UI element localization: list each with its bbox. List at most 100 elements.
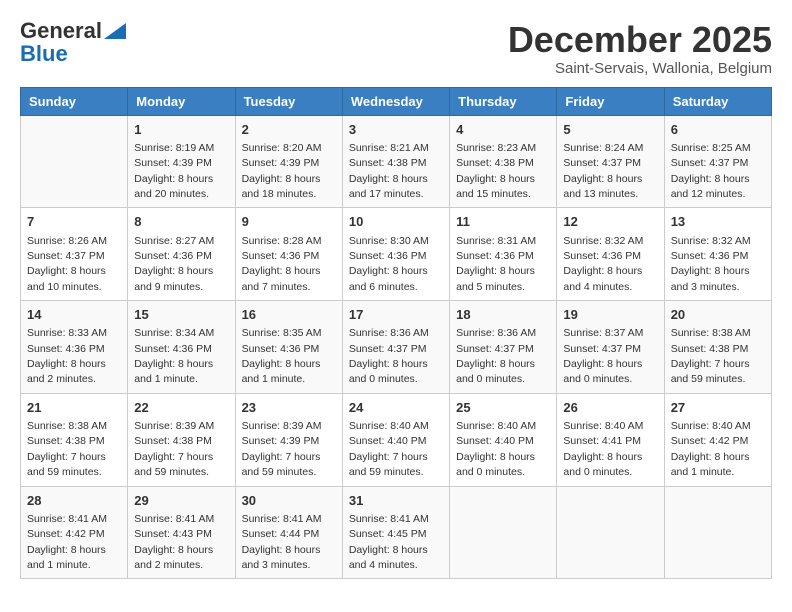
- day-sunrise: Sunrise: 8:20 AMSunset: 4:39 PMDaylight:…: [242, 142, 322, 200]
- day-sunrise: Sunrise: 8:38 AMSunset: 4:38 PMDaylight:…: [671, 327, 751, 385]
- day-sunrise: Sunrise: 8:40 AMSunset: 4:42 PMDaylight:…: [671, 420, 751, 478]
- day-sunrise: Sunrise: 8:31 AMSunset: 4:36 PMDaylight:…: [456, 235, 536, 293]
- calendar-cell: 26 Sunrise: 8:40 AMSunset: 4:41 PMDaylig…: [557, 393, 664, 486]
- day-sunrise: Sunrise: 8:41 AMSunset: 4:42 PMDaylight:…: [27, 513, 107, 571]
- day-header-monday: Monday: [128, 87, 235, 115]
- day-sunrise: Sunrise: 8:41 AMSunset: 4:43 PMDaylight:…: [134, 513, 214, 571]
- calendar-cell: [450, 486, 557, 579]
- day-number: 14: [27, 306, 121, 324]
- calendar-cell: 12 Sunrise: 8:32 AMSunset: 4:36 PMDaylig…: [557, 208, 664, 301]
- day-number: 20: [671, 306, 765, 324]
- day-number: 8: [134, 213, 228, 231]
- day-number: 29: [134, 492, 228, 510]
- calendar-cell: 4 Sunrise: 8:23 AMSunset: 4:38 PMDayligh…: [450, 115, 557, 208]
- calendar-table: SundayMondayTuesdayWednesdayThursdayFrid…: [20, 87, 772, 580]
- calendar-cell: 29 Sunrise: 8:41 AMSunset: 4:43 PMDaylig…: [128, 486, 235, 579]
- day-header-wednesday: Wednesday: [342, 87, 449, 115]
- day-sunrise: Sunrise: 8:35 AMSunset: 4:36 PMDaylight:…: [242, 327, 322, 385]
- day-number: 7: [27, 213, 121, 231]
- day-number: 5: [563, 121, 657, 139]
- day-sunrise: Sunrise: 8:40 AMSunset: 4:41 PMDaylight:…: [563, 420, 643, 478]
- day-number: 4: [456, 121, 550, 139]
- day-sunrise: Sunrise: 8:32 AMSunset: 4:36 PMDaylight:…: [671, 235, 751, 293]
- day-sunrise: Sunrise: 8:25 AMSunset: 4:37 PMDaylight:…: [671, 142, 751, 200]
- day-sunrise: Sunrise: 8:24 AMSunset: 4:37 PMDaylight:…: [563, 142, 643, 200]
- day-number: 10: [349, 213, 443, 231]
- day-number: 9: [242, 213, 336, 231]
- day-sunrise: Sunrise: 8:41 AMSunset: 4:45 PMDaylight:…: [349, 513, 429, 571]
- day-number: 3: [349, 121, 443, 139]
- day-header-thursday: Thursday: [450, 87, 557, 115]
- day-number: 17: [349, 306, 443, 324]
- day-number: 13: [671, 213, 765, 231]
- day-number: 21: [27, 399, 121, 417]
- day-sunrise: Sunrise: 8:36 AMSunset: 4:37 PMDaylight:…: [456, 327, 536, 385]
- day-sunrise: Sunrise: 8:36 AMSunset: 4:37 PMDaylight:…: [349, 327, 429, 385]
- logo-general: General: [20, 18, 102, 43]
- logo-blue: Blue: [20, 43, 68, 65]
- calendar-cell: 7 Sunrise: 8:26 AMSunset: 4:37 PMDayligh…: [21, 208, 128, 301]
- day-sunrise: Sunrise: 8:41 AMSunset: 4:44 PMDaylight:…: [242, 513, 322, 571]
- day-number: 12: [563, 213, 657, 231]
- location-subtitle: Saint-Servais, Wallonia, Belgium: [508, 60, 772, 77]
- calendar-cell: 27 Sunrise: 8:40 AMSunset: 4:42 PMDaylig…: [664, 393, 771, 486]
- day-number: 16: [242, 306, 336, 324]
- calendar-cell: 18 Sunrise: 8:36 AMSunset: 4:37 PMDaylig…: [450, 301, 557, 394]
- day-sunrise: Sunrise: 8:27 AMSunset: 4:36 PMDaylight:…: [134, 235, 214, 293]
- calendar-cell: 25 Sunrise: 8:40 AMSunset: 4:40 PMDaylig…: [450, 393, 557, 486]
- calendar-cell: [557, 486, 664, 579]
- day-sunrise: Sunrise: 8:23 AMSunset: 4:38 PMDaylight:…: [456, 142, 536, 200]
- day-sunrise: Sunrise: 8:34 AMSunset: 4:36 PMDaylight:…: [134, 327, 214, 385]
- day-number: 19: [563, 306, 657, 324]
- day-sunrise: Sunrise: 8:30 AMSunset: 4:36 PMDaylight:…: [349, 235, 429, 293]
- day-number: 26: [563, 399, 657, 417]
- calendar-cell: 28 Sunrise: 8:41 AMSunset: 4:42 PMDaylig…: [21, 486, 128, 579]
- calendar-cell: 23 Sunrise: 8:39 AMSunset: 4:39 PMDaylig…: [235, 393, 342, 486]
- day-number: 23: [242, 399, 336, 417]
- day-number: 24: [349, 399, 443, 417]
- day-number: 18: [456, 306, 550, 324]
- day-sunrise: Sunrise: 8:40 AMSunset: 4:40 PMDaylight:…: [456, 420, 536, 478]
- calendar-cell: 9 Sunrise: 8:28 AMSunset: 4:36 PMDayligh…: [235, 208, 342, 301]
- calendar-cell: [21, 115, 128, 208]
- calendar-cell: 21 Sunrise: 8:38 AMSunset: 4:38 PMDaylig…: [21, 393, 128, 486]
- day-sunrise: Sunrise: 8:26 AMSunset: 4:37 PMDaylight:…: [27, 235, 107, 293]
- day-sunrise: Sunrise: 8:28 AMSunset: 4:36 PMDaylight:…: [242, 235, 322, 293]
- day-header-tuesday: Tuesday: [235, 87, 342, 115]
- calendar-cell: 2 Sunrise: 8:20 AMSunset: 4:39 PMDayligh…: [235, 115, 342, 208]
- day-sunrise: Sunrise: 8:33 AMSunset: 4:36 PMDaylight:…: [27, 327, 107, 385]
- calendar-cell: 30 Sunrise: 8:41 AMSunset: 4:44 PMDaylig…: [235, 486, 342, 579]
- day-sunrise: Sunrise: 8:32 AMSunset: 4:36 PMDaylight:…: [563, 235, 643, 293]
- day-sunrise: Sunrise: 8:40 AMSunset: 4:40 PMDaylight:…: [349, 420, 429, 478]
- day-header-saturday: Saturday: [664, 87, 771, 115]
- calendar-cell: 14 Sunrise: 8:33 AMSunset: 4:36 PMDaylig…: [21, 301, 128, 394]
- day-number: 30: [242, 492, 336, 510]
- calendar-cell: 15 Sunrise: 8:34 AMSunset: 4:36 PMDaylig…: [128, 301, 235, 394]
- month-title: December 2025: [508, 20, 772, 60]
- title-area: December 2025 Saint-Servais, Wallonia, B…: [508, 20, 772, 77]
- day-header-sunday: Sunday: [21, 87, 128, 115]
- page-header: General Blue December 2025 Saint-Servais…: [20, 20, 772, 77]
- day-sunrise: Sunrise: 8:39 AMSunset: 4:39 PMDaylight:…: [242, 420, 322, 478]
- calendar-cell: 8 Sunrise: 8:27 AMSunset: 4:36 PMDayligh…: [128, 208, 235, 301]
- calendar-cell: 19 Sunrise: 8:37 AMSunset: 4:37 PMDaylig…: [557, 301, 664, 394]
- day-sunrise: Sunrise: 8:38 AMSunset: 4:38 PMDaylight:…: [27, 420, 107, 478]
- day-number: 25: [456, 399, 550, 417]
- calendar-cell: 10 Sunrise: 8:30 AMSunset: 4:36 PMDaylig…: [342, 208, 449, 301]
- logo: General Blue: [20, 20, 126, 65]
- logo-icon: [104, 21, 126, 43]
- day-number: 22: [134, 399, 228, 417]
- day-sunrise: Sunrise: 8:19 AMSunset: 4:39 PMDaylight:…: [134, 142, 214, 200]
- calendar-cell: 16 Sunrise: 8:35 AMSunset: 4:36 PMDaylig…: [235, 301, 342, 394]
- day-sunrise: Sunrise: 8:39 AMSunset: 4:38 PMDaylight:…: [134, 420, 214, 478]
- calendar-cell: 13 Sunrise: 8:32 AMSunset: 4:36 PMDaylig…: [664, 208, 771, 301]
- calendar-cell: 24 Sunrise: 8:40 AMSunset: 4:40 PMDaylig…: [342, 393, 449, 486]
- calendar-cell: 22 Sunrise: 8:39 AMSunset: 4:38 PMDaylig…: [128, 393, 235, 486]
- day-sunrise: Sunrise: 8:37 AMSunset: 4:37 PMDaylight:…: [563, 327, 643, 385]
- calendar-cell: 1 Sunrise: 8:19 AMSunset: 4:39 PMDayligh…: [128, 115, 235, 208]
- calendar-cell: 17 Sunrise: 8:36 AMSunset: 4:37 PMDaylig…: [342, 301, 449, 394]
- day-number: 15: [134, 306, 228, 324]
- day-number: 2: [242, 121, 336, 139]
- day-number: 6: [671, 121, 765, 139]
- day-number: 11: [456, 213, 550, 231]
